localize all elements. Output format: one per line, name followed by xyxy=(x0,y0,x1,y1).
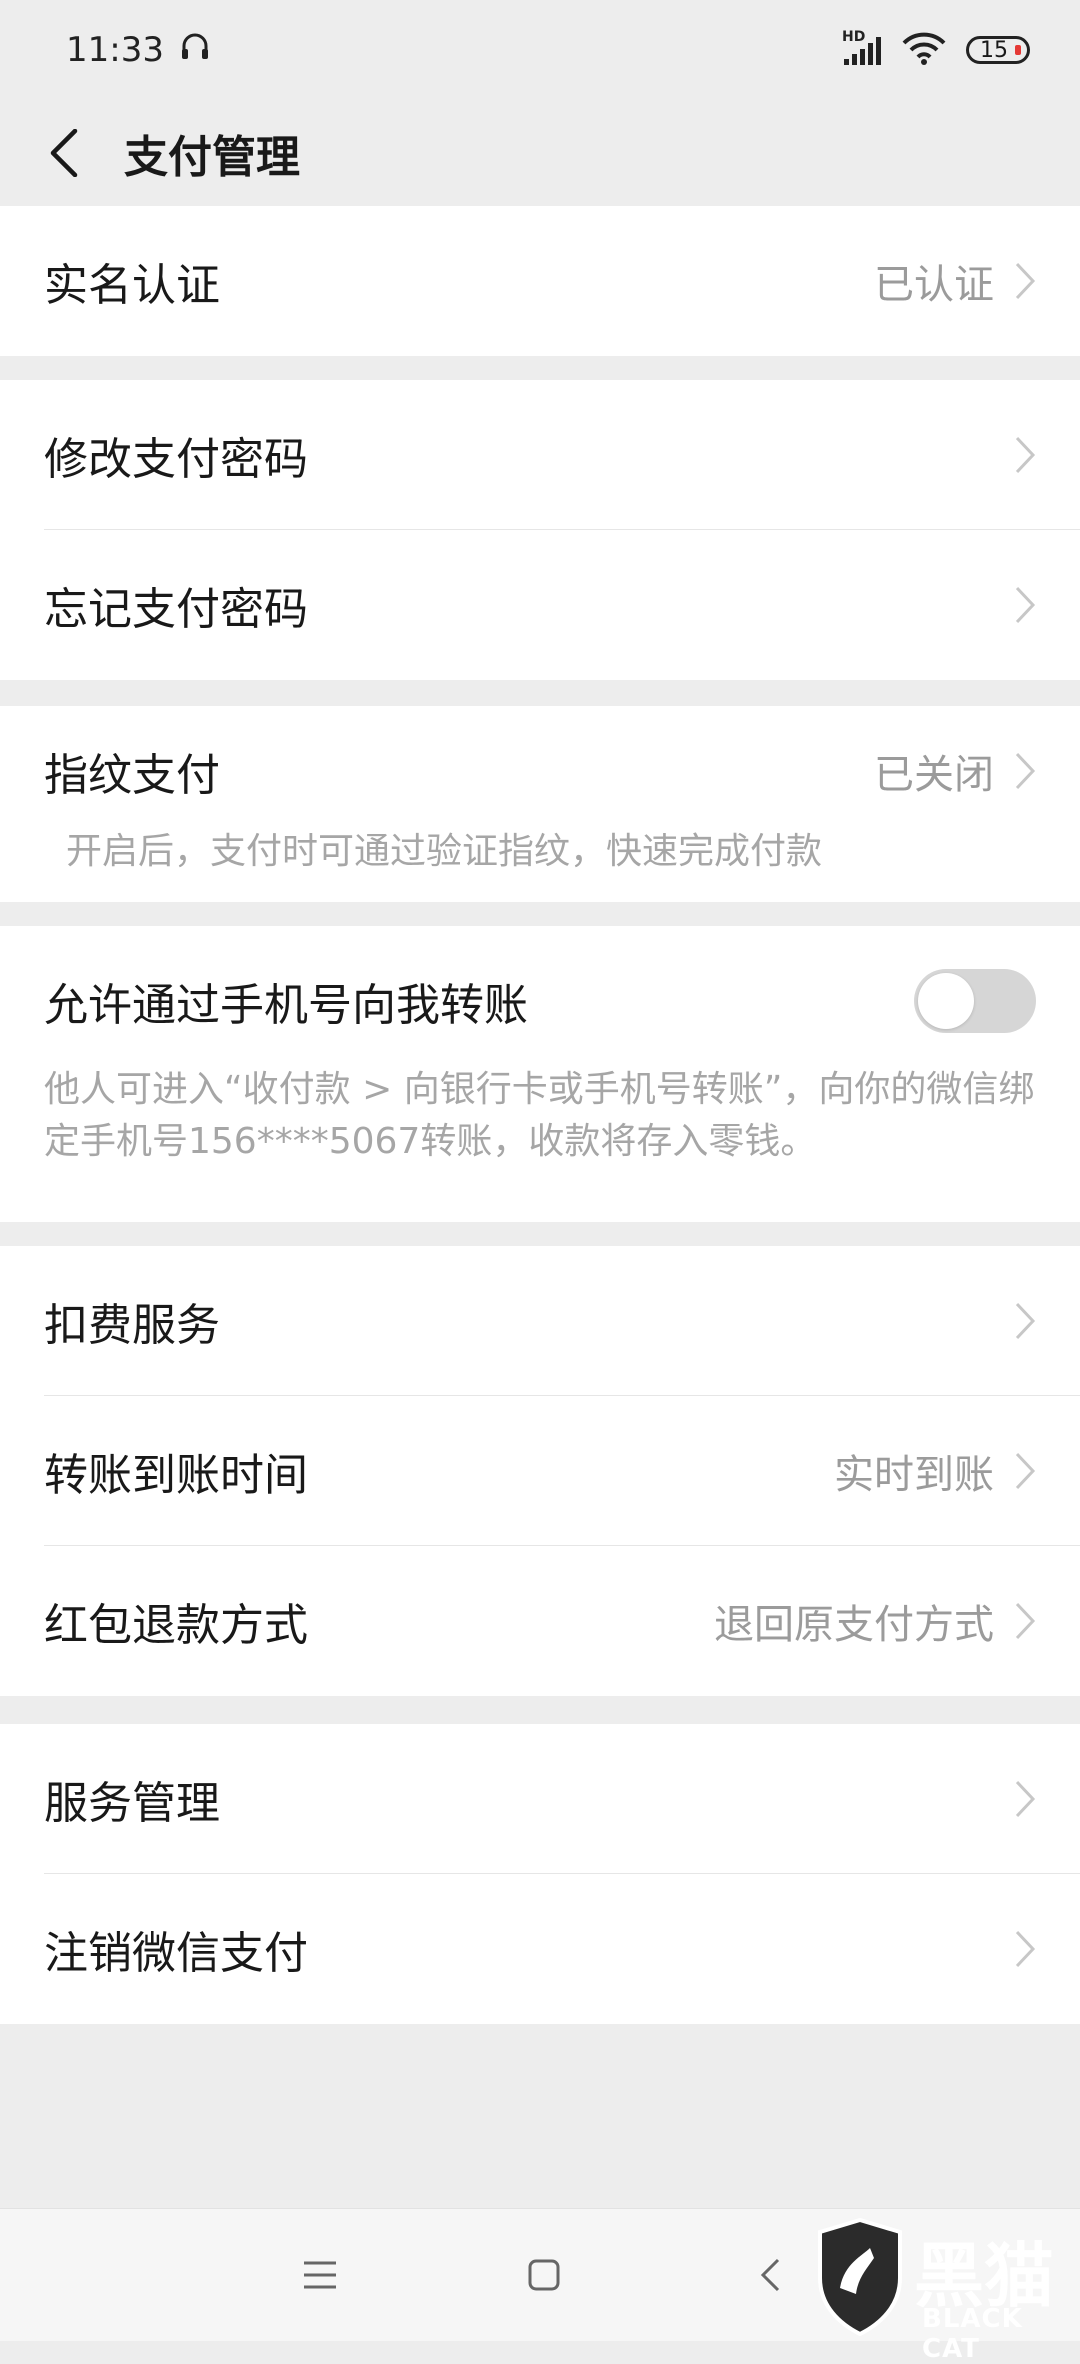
row-service-management[interactable]: 服务管理 xyxy=(0,1724,1080,1874)
chevron-right-icon xyxy=(1015,1302,1036,1340)
row-label: 修改支付密码 xyxy=(44,434,308,485)
black-cat-watermark: 黑猫 BLACK CAT xyxy=(810,2218,1080,2364)
row-transfer-arrival-time[interactable]: 转账到账时间 实时到账 xyxy=(0,1396,1080,1546)
chevron-right-icon xyxy=(1015,1452,1036,1490)
page-title: 支付管理 xyxy=(124,132,300,183)
group-phone-transfer: 允许通过手机号向我转账 他人可进入“收付款 > 向银行卡或手机号转账”，向你的微… xyxy=(0,926,1080,1222)
menu-icon xyxy=(304,2261,336,2289)
chevron-right-icon xyxy=(1015,586,1036,624)
chevron-right-icon xyxy=(1015,1780,1036,1818)
battery-low-indicator xyxy=(1015,45,1021,55)
group-fingerprint: 指纹支付 已关闭 开启后，支付时可通过验证指纹，快速完成付款 xyxy=(0,706,1080,902)
row-value: 已关闭 xyxy=(874,752,994,798)
headset-icon xyxy=(178,29,212,72)
row-label: 红包退款方式 xyxy=(44,1600,308,1651)
toggle-knob xyxy=(918,973,974,1029)
row-label: 服务管理 xyxy=(44,1778,220,1829)
chevron-right-icon xyxy=(1015,262,1036,300)
status-bar: 11:33 HD 15 xyxy=(0,0,1080,100)
battery-icon: 15 xyxy=(966,36,1030,64)
row-red-packet-refund[interactable]: 红包退款方式 退回原支付方式 xyxy=(0,1546,1080,1696)
system-back-button[interactable] xyxy=(740,2245,800,2305)
row-label: 实名认证 xyxy=(44,260,220,311)
chevron-right-icon xyxy=(1015,1930,1036,1968)
row-value: 退回原支付方式 xyxy=(714,1602,994,1648)
row-label: 指纹支付 xyxy=(44,750,220,801)
group-identity: 实名认证 已认证 xyxy=(0,206,1080,356)
home-square-icon xyxy=(528,2259,560,2291)
group-services: 扣费服务 转账到账时间 实时到账 红包退款方式 退回原支付方式 xyxy=(0,1246,1080,1696)
row-deduction-service[interactable]: 扣费服务 xyxy=(0,1246,1080,1396)
chevron-right-icon xyxy=(1015,436,1036,474)
row-fingerprint-payment[interactable]: 指纹支付 已关闭 xyxy=(0,706,1080,826)
nav-bar: 支付管理 xyxy=(0,100,1080,206)
back-triangle-icon xyxy=(760,2258,780,2292)
row-label: 忘记支付密码 xyxy=(44,584,308,635)
row-change-pay-password[interactable]: 修改支付密码 xyxy=(0,380,1080,530)
chevron-right-icon xyxy=(1015,1602,1036,1640)
wifi-icon xyxy=(902,31,946,69)
menu-button[interactable] xyxy=(290,2245,350,2305)
watermark-english: BLACK CAT xyxy=(922,2304,1023,2364)
group-password: 修改支付密码 忘记支付密码 xyxy=(0,380,1080,680)
back-arrow-icon xyxy=(50,129,78,177)
row-label: 注销微信支付 xyxy=(44,1928,308,1979)
fingerprint-description: 开启后，支付时可通过验证指纹，快速完成付款 xyxy=(66,831,823,872)
row-cancel-wechat-pay[interactable]: 注销微信支付 xyxy=(0,1874,1080,2024)
back-button[interactable] xyxy=(36,125,92,181)
status-time: 11:33 xyxy=(66,30,164,70)
home-button[interactable] xyxy=(514,2245,574,2305)
chevron-right-icon xyxy=(1015,752,1036,790)
status-right: HD 15 xyxy=(842,29,1030,69)
row-label: 扣费服务 xyxy=(44,1300,220,1351)
row-value: 实时到账 xyxy=(834,1452,994,1498)
row-real-name-verification[interactable]: 实名认证 已认证 xyxy=(0,206,1080,356)
phone-transfer-toggle[interactable] xyxy=(914,969,1036,1033)
cat-shield-logo xyxy=(818,2218,902,2336)
battery-level: 15 xyxy=(980,37,1008,63)
group-account: 服务管理 注销微信支付 xyxy=(0,1724,1080,2024)
row-label: 转账到账时间 xyxy=(44,1450,308,1501)
row-value: 已认证 xyxy=(874,262,994,308)
row-forgot-pay-password[interactable]: 忘记支付密码 xyxy=(0,530,1080,680)
status-left: 11:33 xyxy=(66,29,212,72)
row-phone-transfer: 允许通过手机号向我转账 xyxy=(0,926,1080,1076)
phone-transfer-description: 他人可进入“收付款 > 向银行卡或手机号转账”，向你的微信绑定手机号156***… xyxy=(44,1069,1035,1162)
row-label: 允许通过手机号向我转账 xyxy=(44,980,528,1031)
signal-icon: HD xyxy=(842,29,882,67)
